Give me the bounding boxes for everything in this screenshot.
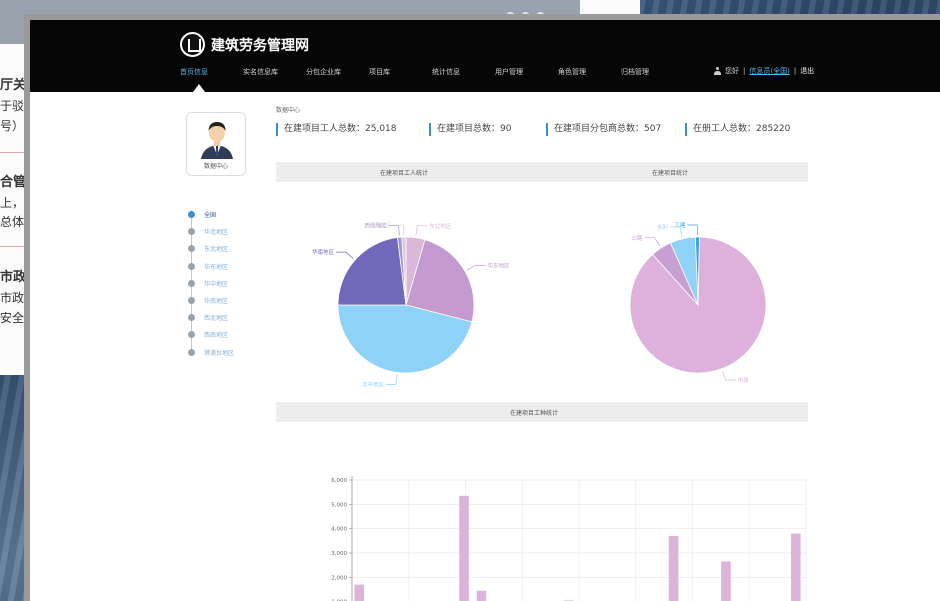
region-label: 华南地区 [204, 298, 229, 306]
top-navigation-bar: 建筑劳务管理网 首页信息 实名信息库 分包企业库 项目库 统计信息 用户管理 角色管理 归档管… [30, 20, 940, 92]
pie-slice[interactable] [337, 237, 407, 306]
bar[interactable] [721, 561, 731, 601]
nav-item[interactable]: 统计信息 [430, 67, 493, 77]
region-dot-icon [188, 297, 195, 305]
region-dot-icon [188, 348, 195, 356]
modal-window: 建筑劳务管理网 首页信息 实名信息库 分包企业库 项目库 统计信息 用户管理 角色管理 归档管… [24, 14, 940, 601]
region-dot-icon [188, 245, 195, 253]
stat-item: 在建项目总数：90 [429, 123, 546, 136]
bar[interactable] [668, 535, 679, 601]
data-center-card[interactable]: 数据中心 [186, 112, 246, 176]
worker-type-bar-chart: 1,0002,0003,0004,0005,0006,000 [331, 476, 807, 601]
user-name-link[interactable]: 信息员(全国) [749, 66, 789, 76]
region-dot-icon [188, 314, 195, 322]
stats-bar: 在建项目工人总数：25,018 在建项目总数：90 在建项目分包商总数：507 在册工… [276, 123, 805, 136]
region-item[interactable]: 华东地区 [188, 258, 234, 275]
pie-label-line [335, 251, 354, 259]
bar[interactable] [354, 584, 365, 601]
site-logo[interactable]: 建筑劳务管理网 [180, 32, 309, 57]
pie-slice-label: 水利 [657, 223, 668, 231]
projects-pie-chart: 工建市政公路水利 [629, 221, 767, 384]
logo-icon [180, 32, 205, 57]
y-tick-label: 5,000 [331, 502, 347, 508]
pie-slice-label: 华中地区 [362, 380, 385, 388]
nav-item[interactable]: 用户管理 [493, 67, 556, 77]
pie-slice-label: 公路 [632, 234, 644, 242]
region-item[interactable]: 华南地区 [188, 292, 234, 309]
separator: | [793, 67, 797, 75]
nav-item[interactable]: 分包企业库 [304, 67, 367, 77]
stat-item: 在建项目分包商总数：507 [546, 123, 685, 136]
pie-label-line [385, 374, 398, 385]
nav-item[interactable]: 项目库 [367, 67, 430, 77]
region-label: 华北地区 [204, 229, 229, 237]
region-item[interactable]: 华中地区 [188, 275, 234, 292]
region-item[interactable]: 东北地区 [188, 240, 234, 257]
region-dot-icon [188, 228, 195, 236]
breadcrumb: 数据中心 [276, 107, 301, 114]
pie-label-line [721, 370, 736, 381]
region-label: 全国 [204, 212, 217, 220]
user-area: 您好 | 信息员(全国) | 退出 [714, 66, 814, 76]
region-item[interactable]: 全国 [188, 206, 234, 223]
pie-label-line [415, 225, 428, 236]
pie-slice-label: 市政 [738, 376, 750, 384]
region-dot-icon [188, 211, 195, 219]
region-dot-icon [188, 331, 195, 339]
stat-item: 在建项目工人总数：25,018 [276, 123, 429, 136]
region-dot-icon [188, 279, 195, 287]
bar-chart-title: 在建项目工种统计 [510, 410, 559, 417]
pie-section-header: 在建项目工人统计 在建项目统计 [276, 162, 808, 182]
pie-label-line [687, 224, 698, 236]
bar[interactable] [790, 533, 801, 601]
avatar-label: 数据中心 [203, 163, 228, 170]
logout-link[interactable]: 退出 [800, 66, 814, 76]
greeting-text: 您好 [725, 67, 739, 75]
region-label: 华中地区 [204, 280, 229, 288]
bar[interactable] [476, 590, 487, 601]
user-icon [714, 67, 721, 75]
y-tick-label: 6,000 [331, 478, 347, 484]
region-label: 西南地区 [204, 332, 229, 340]
region-item[interactable]: 港澳台地区 [188, 344, 234, 361]
bar-section-header: 在建项目工种统计 [276, 402, 808, 422]
region-item[interactable]: 西北地区 [188, 309, 234, 326]
region-dot-icon [188, 262, 195, 270]
workers-pie-chart: 东北地区华东地区华中地区华南地区西北地区西南地区 [312, 221, 510, 388]
region-label: 华东地区 [204, 263, 229, 271]
y-tick-label: 3,000 [331, 551, 347, 557]
pie-slice-label: 华南地区 [312, 248, 335, 256]
region-item[interactable]: 华北地区 [188, 223, 234, 240]
region-label: 港澳台地区 [204, 349, 235, 357]
site-title: 建筑劳务管理网 [211, 37, 309, 54]
bar[interactable] [459, 495, 469, 601]
main-nav: 首页信息 实名信息库 分包企业库 项目库 统计信息 用户管理 角色管理 归档管理 [178, 67, 682, 77]
y-tick-label: 4,000 [331, 527, 347, 533]
active-nav-indicator [193, 84, 205, 92]
nav-item[interactable]: 实名信息库 [241, 67, 304, 77]
modal-content: 建筑劳务管理网 首页信息 实名信息库 分包企业库 项目库 统计信息 用户管理 角色管理 归档管… [30, 20, 940, 601]
pie-slice-label: 华东地区 [487, 261, 510, 269]
nav-item[interactable]: 首页信息 [178, 67, 241, 77]
projects-pie-title: 在建项目统计 [652, 170, 689, 177]
pie-slice-label: 东北地区 [429, 222, 452, 230]
y-tick-label: 2,000 [331, 575, 347, 581]
nav-item[interactable]: 归档管理 [619, 67, 682, 77]
workers-pie-title: 在建项目工人统计 [380, 170, 429, 177]
region-item[interactable]: 西南地区 [188, 326, 234, 343]
avatar-icon [201, 122, 233, 159]
pie-label-line [644, 237, 661, 247]
pie-slice-label: 西南地区 [369, 221, 392, 229]
separator: | [743, 67, 746, 75]
stat-item: 在册工人总数：285220 [685, 123, 805, 136]
region-list: 全国华北地区东北地区华东地区华中地区华南地区西北地区西南地区港澳台地区 [188, 206, 234, 361]
region-label: 西北地区 [204, 315, 229, 323]
pie-label-line [466, 265, 486, 271]
nav-item[interactable]: 角色管理 [556, 67, 619, 77]
region-label: 东北地区 [204, 246, 229, 254]
